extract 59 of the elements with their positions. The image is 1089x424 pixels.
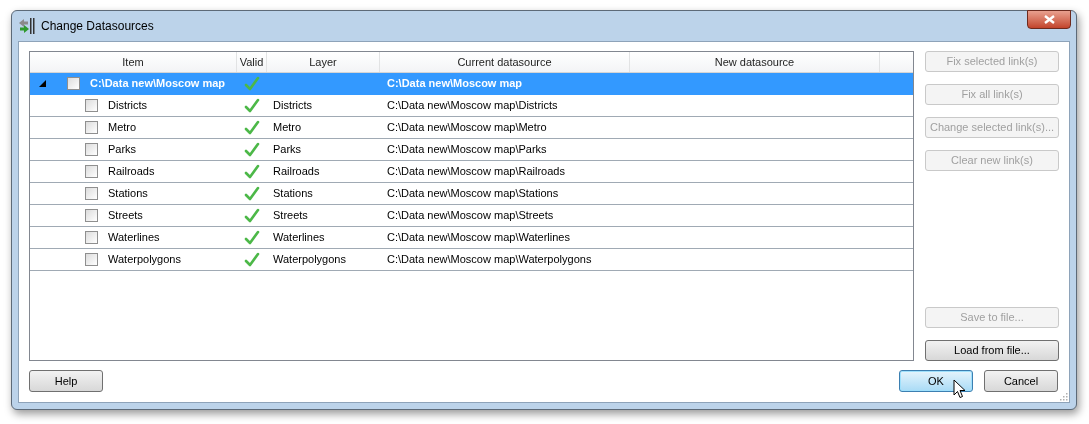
close-button[interactable] <box>1027 10 1071 29</box>
datasource-path: C:\Data new\Moscow map <box>387 77 523 90</box>
help-button[interactable]: Help <box>29 370 103 392</box>
layer-name: Parks <box>273 143 302 156</box>
resize-grip-icon <box>1059 392 1068 401</box>
layer-name: Railroads <box>273 165 320 178</box>
checkbox[interactable] <box>85 99 98 112</box>
tree-row[interactable]: Parks Parks C:\Data new\Moscow map\Parks <box>30 139 913 161</box>
dialog-button[interactable]: OK <box>899 370 973 392</box>
column-header[interactable]: New datasource <box>630 52 880 72</box>
tree-row[interactable]: Streets Streets C:\Data new\Moscow map\Streets <box>30 205 913 227</box>
tree-row[interactable]: Waterlines Waterlines C:\Data new\Moscow map\Waterlines <box>30 227 913 249</box>
tree-row[interactable]: Railroads Railroads C:\Data new\Moscow map\Railroads <box>30 161 913 183</box>
datasource-path: C:\Data new\Moscow map\Stations <box>387 187 559 200</box>
datasource-path: C:\Data new\Moscow map\Parks <box>387 143 547 156</box>
item-name: Parks <box>108 142 137 158</box>
checkbox[interactable] <box>85 165 98 178</box>
checkbox[interactable] <box>85 143 98 156</box>
datasource-path: C:\Data new\Moscow map\Metro <box>387 121 547 134</box>
item-name: Metro <box>108 120 137 136</box>
column-header[interactable]: Valid <box>237 52 267 72</box>
layer-name: Waterlines <box>273 231 325 244</box>
layer-name: Stations <box>273 187 313 200</box>
column-header[interactable]: Current datasource <box>380 52 630 72</box>
action-button[interactable]: Load from file... <box>925 340 1059 361</box>
app-icon <box>18 17 35 35</box>
close-icon <box>1043 15 1055 24</box>
item-name: Stations <box>108 186 148 202</box>
item-name: Railroads <box>108 164 155 180</box>
checkbox[interactable] <box>85 253 98 266</box>
tree-row[interactable]: Metro Metro C:\Data new\Moscow map\Metro <box>30 117 913 139</box>
item-name: Waterlines <box>108 230 160 246</box>
window-title: Change Datasources <box>41 18 154 35</box>
tree-row[interactable]: Stations Stations C:\Data new\Moscow map\Stations <box>30 183 913 205</box>
checkbox[interactable] <box>85 121 98 134</box>
datasource-path: C:\Data new\Moscow map\Railroads <box>387 165 565 178</box>
item-name: Districts <box>108 98 148 114</box>
layer-name: Waterpolygons <box>273 253 346 266</box>
tree-row[interactable]: Districts Districts C:\Data new\Moscow map\Districts <box>30 95 913 117</box>
expander-icon[interactable] <box>39 80 46 87</box>
column-header[interactable]: Layer <box>267 52 380 72</box>
layer-name: Districts <box>273 99 313 112</box>
column-header[interactable]: Item <box>30 52 237 72</box>
checkbox[interactable] <box>67 77 80 90</box>
tree-row[interactable]: Waterpolygons Waterpolygons C:\Data new\Moscow map\Waterpolygons <box>30 249 913 271</box>
datasource-path: C:\Data new\Moscow map\Districts <box>387 99 558 112</box>
mouse-pointer-icon <box>953 379 966 399</box>
checkbox[interactable] <box>85 231 98 244</box>
item-name: Waterpolygons <box>108 252 181 268</box>
layer-name: Streets <box>273 209 308 222</box>
checkbox[interactable] <box>85 209 98 222</box>
checkbox[interactable] <box>85 187 98 200</box>
item-name: C:\Data new\Moscow map <box>90 76 226 92</box>
dialog-button[interactable]: Cancel <box>984 370 1058 392</box>
datasource-path: C:\Data new\Moscow map\Waterpolygons <box>387 253 592 266</box>
datasource-path: C:\Data new\Moscow map\Streets <box>387 209 554 222</box>
item-name: Streets <box>108 208 143 224</box>
layer-name: Metro <box>273 121 302 134</box>
datasource-path: C:\Data new\Moscow map\Waterlines <box>387 231 570 244</box>
